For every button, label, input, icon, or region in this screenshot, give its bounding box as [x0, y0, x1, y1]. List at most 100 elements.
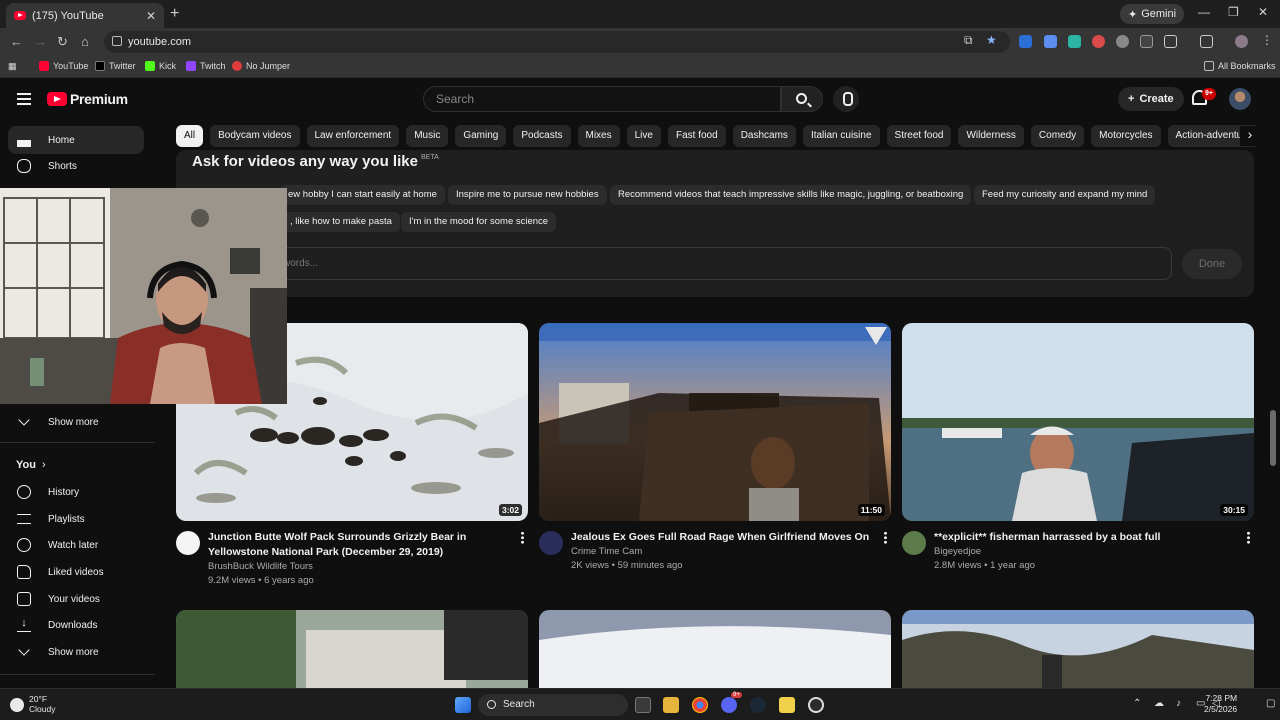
gemini-button[interactable]: ✦ Gemini: [1120, 4, 1185, 24]
suggestion-chip[interactable]: ew hobby I can start easily at home: [280, 185, 445, 205]
channel-avatar[interactable]: [539, 531, 563, 555]
onedrive-icon[interactable]: ☁: [1154, 698, 1164, 709]
filter-chip[interactable]: Motorcycles: [1091, 125, 1161, 147]
video-thumbnail[interactable]: [176, 610, 528, 688]
more-actions-icon[interactable]: [884, 531, 887, 544]
channel-name[interactable]: BrushBuck Wildlife Tours: [208, 561, 313, 572]
create-button[interactable]: + Create: [1118, 87, 1184, 111]
sidebar-item-liked-videos[interactable]: Liked videos: [8, 558, 144, 586]
bookmark-youtube[interactable]: YouTube: [39, 61, 88, 71]
bookmark-no-jumper[interactable]: No Jumper: [232, 61, 290, 71]
video-thumbnail[interactable]: [539, 610, 891, 688]
filter-chip[interactable]: Italian cuisine: [802, 125, 880, 147]
sidebar-item-history[interactable]: History: [8, 478, 144, 506]
filter-chip[interactable]: Live: [626, 125, 661, 147]
discord-icon[interactable]: [721, 697, 737, 713]
obs-icon[interactable]: [808, 697, 824, 713]
filter-chip[interactable]: Mixes: [577, 125, 620, 147]
youtube-premium-logo[interactable]: Premium: [47, 91, 128, 107]
sidebar-item-shorts[interactable]: Shorts: [8, 152, 144, 180]
home-button-icon[interactable]: ⌂: [81, 34, 89, 49]
suggestion-chip[interactable]: Feed my curiosity and expand my mind: [974, 185, 1156, 205]
page-scrollbar[interactable]: [1270, 410, 1276, 466]
file-explorer-icon[interactable]: [663, 697, 679, 713]
guide-menu-icon[interactable]: [17, 93, 31, 105]
bookmark-twitch[interactable]: Twitch: [186, 61, 226, 71]
chrome-icon[interactable]: [692, 697, 708, 713]
sidebar-item-home[interactable]: Home: [8, 126, 144, 154]
video-thumbnail[interactable]: 11:50: [539, 323, 891, 521]
suggestion-chip[interactable]: , like how to make pasta: [282, 212, 400, 232]
done-button[interactable]: Done: [1182, 249, 1242, 279]
task-view-icon[interactable]: [635, 697, 651, 713]
video-title[interactable]: **explicit** fisherman harrassed by a bo…: [934, 530, 1242, 545]
ask-prompt-input[interactable]: words...: [272, 247, 1172, 280]
sidebar-show-more[interactable]: Show more: [8, 638, 144, 666]
profile-avatar[interactable]: [1235, 35, 1248, 48]
extensions-puzzle-icon[interactable]: [1164, 35, 1177, 48]
more-actions-icon[interactable]: [521, 531, 524, 544]
install-app-icon[interactable]: ⧉: [964, 33, 973, 48]
suggestion-chip[interactable]: Recommend videos that teach impressive s…: [610, 185, 972, 205]
forward-icon[interactable]: →: [34, 34, 47, 49]
channel-avatar[interactable]: [902, 531, 926, 555]
chip-scroll-right-icon[interactable]: ›: [1240, 126, 1260, 146]
filter-chip[interactable]: Bodycam videos: [210, 125, 300, 147]
video-thumbnail[interactable]: 30:15: [902, 323, 1254, 521]
restore-icon[interactable]: ❐: [1228, 5, 1239, 19]
channel-avatar[interactable]: [176, 531, 200, 555]
account-avatar[interactable]: [1229, 88, 1251, 110]
extension-icon[interactable]: [1116, 35, 1129, 48]
browser-menu-icon[interactable]: ⋮: [1261, 33, 1273, 47]
all-bookmarks[interactable]: All Bookmarks: [1204, 61, 1276, 71]
extension-icon[interactable]: [1140, 35, 1153, 48]
filter-chip[interactable]: Podcasts: [513, 125, 571, 147]
filter-chip[interactable]: Street food: [886, 125, 952, 147]
filter-chip[interactable]: Dashcams: [732, 125, 796, 147]
video-thumbnail[interactable]: [902, 610, 1254, 688]
bookmark-star-icon[interactable]: ★: [986, 33, 997, 47]
windows-start-icon[interactable]: [455, 697, 471, 713]
channel-name[interactable]: Bigeyedjoe: [934, 546, 981, 557]
reload-icon[interactable]: ↻: [57, 34, 68, 50]
system-clock[interactable]: 7:28 PM 2/5/2026: [1204, 693, 1237, 715]
side-panel-icon[interactable]: [1200, 35, 1213, 48]
sidebar-section-you[interactable]: You ›: [8, 451, 144, 479]
apps-grid-icon[interactable]: ▦: [8, 61, 17, 72]
microphone-icon[interactable]: ♪: [1176, 698, 1181, 709]
weather-widget[interactable]: 20°F Cloudy: [10, 694, 55, 714]
video-title[interactable]: Jealous Ex Goes Full Road Rage When Girl…: [571, 530, 879, 545]
video-card[interactable]: 11:50 Jealous Ex Goes Full Road Rage Whe…: [539, 323, 891, 591]
back-icon[interactable]: ←: [10, 34, 23, 49]
sidebar-item-your-videos[interactable]: Your videos: [8, 585, 144, 613]
channel-name[interactable]: Crime Time Cam: [571, 546, 642, 557]
sidebar-item-downloads[interactable]: ↓ Downloads: [8, 611, 144, 639]
more-actions-icon[interactable]: [1247, 531, 1250, 544]
filter-chip[interactable]: Music: [406, 125, 449, 147]
taskbar-search[interactable]: Search: [478, 694, 628, 716]
app-icon[interactable]: [779, 697, 795, 713]
tray-overflow-icon[interactable]: ⌃: [1133, 698, 1141, 709]
browser-tab[interactable]: (175) YouTube ✕: [6, 3, 164, 28]
suggestion-chip[interactable]: I'm in the mood for some science: [401, 212, 557, 232]
sidebar-show-more[interactable]: Show more: [8, 408, 144, 436]
filter-chip[interactable]: Gaming: [455, 125, 507, 147]
steam-icon[interactable]: [750, 697, 766, 713]
notification-center-icon[interactable]: ▢: [1266, 698, 1275, 709]
bookmark-kick[interactable]: Kick: [145, 61, 176, 71]
video-title[interactable]: Junction Butte Wolf Pack Surrounds Grizz…: [208, 530, 516, 560]
voice-search-button[interactable]: [833, 86, 859, 112]
extension-icon[interactable]: [1068, 35, 1081, 48]
filter-chip[interactable]: Fast food: [667, 125, 726, 147]
sidebar-item-watch-later[interactable]: Watch later: [8, 531, 144, 559]
site-info-icon[interactable]: [112, 36, 122, 46]
address-bar[interactable]: youtube.com: [104, 31, 1010, 53]
window-close-icon[interactable]: ✕: [1258, 5, 1268, 19]
filter-chip[interactable]: All: [176, 125, 204, 147]
extension-icon[interactable]: [1092, 35, 1105, 48]
search-input[interactable]: Search: [423, 86, 781, 112]
minimize-icon[interactable]: —: [1198, 5, 1210, 19]
extension-icon[interactable]: [1019, 35, 1032, 48]
filter-chip[interactable]: Wilderness: [958, 125, 1024, 147]
search-button[interactable]: [781, 86, 823, 112]
